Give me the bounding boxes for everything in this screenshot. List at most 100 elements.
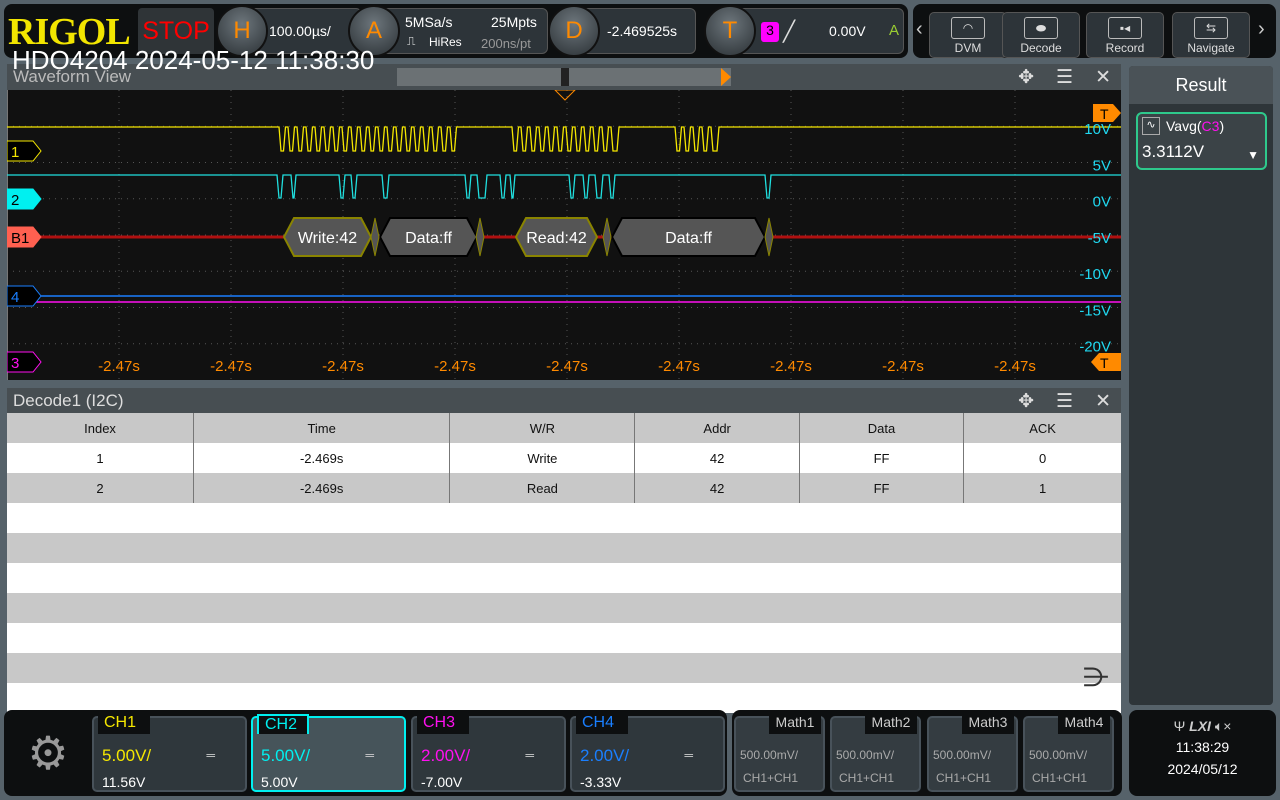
channel-marker-label: B1 <box>11 230 29 247</box>
decode-frame-label: Data:ff <box>665 230 712 247</box>
sine-wave-icon: ∿ <box>1142 117 1160 135</box>
decode-frame-label: Write:42 <box>298 230 357 247</box>
math4-scale: 500.00mV/ <box>1029 748 1088 762</box>
volt-label: 0V <box>1093 194 1111 211</box>
ch4-label: CH4 <box>576 714 628 734</box>
cell: 42 <box>634 443 800 473</box>
waveform-plot[interactable]: Write:42 Data:ff Read:42 Data:ff 10V 5V 0V -5V -… <box>7 90 1121 380</box>
column-header[interactable]: Time <box>193 413 451 443</box>
math2-label: Math2 <box>865 714 917 734</box>
ch1-offset: 11.56V <box>102 774 146 790</box>
empty-row <box>7 563 1121 593</box>
math3-panel[interactable]: Math3 500.00mV/CH1+CH1 <box>927 714 1018 792</box>
empty-row <box>7 503 1121 533</box>
status-panel: Ψ LXI 🔈︎× 11:38:29 2024/05/12 <box>1129 710 1276 796</box>
ch1-scale: 5.00V/ <box>102 746 152 765</box>
delay-value: -2.469525s <box>607 23 678 39</box>
chevron-right-icon[interactable]: › <box>1258 18 1265 41</box>
measurement-paren: ) <box>1219 118 1225 134</box>
empty-row <box>7 593 1121 623</box>
chevron-left-icon[interactable]: ‹ <box>916 18 923 41</box>
record-icon: ▪◂ <box>1108 17 1142 39</box>
menu-icon[interactable]: ☰ <box>1056 66 1073 89</box>
record-button[interactable]: ▪◂ Record <box>1086 12 1164 58</box>
column-header[interactable]: W/R <box>449 413 636 443</box>
column-header[interactable]: ACK <box>964 413 1121 443</box>
ch2-panel[interactable]: CH2 5.00V/ ═ 5.00V <box>251 714 406 792</box>
decode-table: Index Time W/R Addr Data ACK 1 -2.469s Write 42 F… <box>7 413 1121 713</box>
move-icon[interactable]: ✥ <box>1018 66 1034 89</box>
trigger-button[interactable]: T <box>704 5 756 57</box>
table-row[interactable]: 1 -2.469s Write 42 FF 0 <box>7 443 1121 473</box>
view-window-marker[interactable] <box>561 68 569 86</box>
trigger-level-marker: T <box>1091 353 1121 371</box>
waveform-view[interactable]: Waveform View ✥ ☰ ✕ Write:42 Data:ff Read:42… <box>7 64 1121 380</box>
time-label: -2.47s <box>770 358 812 375</box>
ch2-label: CH2 <box>257 714 309 734</box>
math-bar: Math1 500.00mV/CH1+CH1 Math2 500.00mV/CH1+… <box>732 710 1122 796</box>
dc-coupling-icon: ═ <box>525 748 534 762</box>
channel-marker-label: 2 <box>11 192 19 209</box>
decode-panel-header: Decode1 (I2C) ✥ ☰ ✕ <box>7 388 1121 413</box>
memory-depth: 25Mpts <box>491 14 537 30</box>
ch2-scale: 5.00V/ <box>261 746 311 765</box>
list-menu-icon[interactable]: ⋺ <box>1083 662 1109 693</box>
table-row[interactable]: 2 -2.469s Read 42 FF 1 <box>7 473 1121 503</box>
menu-icon[interactable]: ☰ <box>1056 390 1073 413</box>
time-label: -2.47s <box>658 358 700 375</box>
channel-marker-1: 1 <box>7 140 42 162</box>
math1-scale: 500.00mV/ <box>740 748 799 762</box>
ack-marker <box>370 217 380 257</box>
column-header[interactable]: Addr <box>634 413 800 443</box>
dvm-label: DVM <box>954 41 982 55</box>
math4-label: Math4 <box>1058 714 1110 734</box>
decode-frame: Read:42 <box>514 217 599 257</box>
math3-scale: 500.00mV/ <box>933 748 992 762</box>
decode-icon: ⬬ <box>1024 17 1058 39</box>
navigate-button[interactable]: ⇆ Navigate <box>1172 12 1250 58</box>
measurement-item[interactable]: ∿ Vavg(C3) 3.3112V ▼ <box>1136 112 1267 170</box>
dvm-button[interactable]: ◠ DVM <box>929 12 1007 58</box>
speaker-muted-icon[interactable]: 🔈︎× <box>1215 718 1232 734</box>
clock-date: 2024/05/12 <box>1167 761 1238 777</box>
math4-panel[interactable]: Math4 500.00mV/CH1+CH1 <box>1023 714 1114 792</box>
measurement-value: 3.3112V <box>1142 142 1205 161</box>
decode-button[interactable]: ⬬ Decode <box>1002 12 1080 58</box>
model-timestamp-overlay: HDO4204 2024-05-12 11:38:30 <box>12 45 375 75</box>
ch2-waveform <box>7 174 1121 199</box>
ch3-panel[interactable]: CH3 2.00V/ ═ -7.00V <box>411 714 566 792</box>
ch1-panel[interactable]: CH1 5.00V/ ═ 11.56V <box>92 714 247 792</box>
cell: FF <box>799 443 965 473</box>
channel-marker-label: 3 <box>11 355 19 372</box>
ch3-label: CH3 <box>417 714 469 734</box>
math1-panel[interactable]: Math1 500.00mV/CH1+CH1 <box>734 714 825 792</box>
trigger-level-marker: T <box>1093 104 1121 122</box>
math2-panel[interactable]: Math2 500.00mV/CH1+CH1 <box>830 714 921 792</box>
math3-expr: CH1+CH1 <box>936 771 992 785</box>
record-label: Record <box>1105 41 1145 55</box>
volt-label: 5V <box>1093 157 1111 174</box>
result-title: Result <box>1129 66 1273 104</box>
move-icon[interactable]: ✥ <box>1018 390 1034 413</box>
ch4-panel[interactable]: CH4 2.00V/ ═ -3.33V <box>570 714 725 792</box>
close-icon[interactable]: ✕ <box>1095 390 1111 413</box>
close-icon[interactable]: ✕ <box>1095 66 1111 89</box>
ch3-scale: 2.00V/ <box>421 746 471 765</box>
ch1-label: CH1 <box>98 714 150 734</box>
decode-panel: Decode1 (I2C) ✥ ☰ ✕ Index Time W/R Addr Data AC… <box>7 388 1121 713</box>
empty-row <box>7 533 1121 563</box>
cell: 2 <box>7 473 195 503</box>
delay-button[interactable]: D <box>548 5 600 57</box>
memory-overview-bar[interactable] <box>397 68 731 86</box>
ch3-offset: -7.00V <box>421 774 463 790</box>
clock-time: 11:38:29 <box>1175 739 1230 755</box>
volt-label: -20V <box>1079 339 1111 356</box>
measurement-source: C3 <box>1201 118 1220 134</box>
column-header[interactable]: Index <box>7 413 195 443</box>
cell: Write <box>449 443 636 473</box>
dropdown-arrow-icon[interactable]: ▼ <box>1247 148 1259 162</box>
lxi-icon[interactable]: LXI <box>1189 718 1211 734</box>
column-header[interactable]: Data <box>799 413 965 443</box>
rigol-menu-gear-icon[interactable]: ⚙ <box>8 714 88 792</box>
empty-row <box>7 653 1121 683</box>
